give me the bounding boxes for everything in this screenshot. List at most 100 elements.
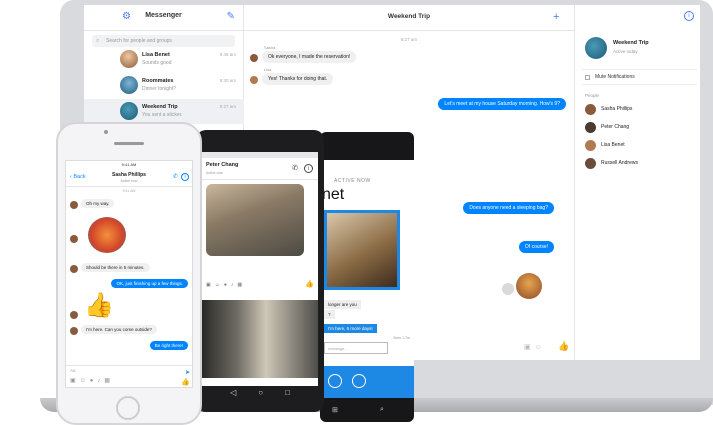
shared-photo[interactable] [206, 184, 304, 256]
like-icon[interactable]: 👍 [181, 378, 190, 386]
message-input[interactable]: Aa [70, 368, 76, 373]
phone-icon[interactable]: ✆ [292, 164, 298, 172]
windows-icon[interactable]: ⊞ [332, 406, 338, 414]
avatar [70, 265, 78, 273]
camera-dot [104, 130, 108, 134]
conversation-time: 8:27 am [219, 104, 236, 109]
message-bubble: Of course! [518, 241, 554, 253]
search-input[interactable]: ⌕ Search for people and groups [92, 35, 235, 47]
group-status: Active today [613, 49, 638, 54]
avatar [585, 122, 596, 133]
message-bubble: Let's meet at my house Saturday morning.… [438, 98, 566, 110]
message-bubble: I'm here, 5 more days! [324, 324, 377, 333]
person-item[interactable]: Lisa Benet [581, 137, 697, 155]
group-avatar [585, 37, 607, 59]
conversation-name: Roommates [142, 78, 174, 84]
info-icon[interactable]: i [304, 164, 313, 173]
avatar [250, 76, 258, 84]
composer-toolbar[interactable]: ▣☺●♪▦ [70, 377, 114, 384]
conversation-name: Lisa Benet [142, 52, 170, 58]
message-bubble: longer are you [324, 300, 361, 309]
seen-status: Seen 1:7m [393, 336, 410, 340]
nav-bar: ◁○□ [196, 388, 324, 408]
avatar [70, 201, 78, 209]
sticker-image [516, 273, 542, 299]
left-header: ⚙ Messenger ✎ [84, 5, 243, 31]
person-item[interactable]: Peter Chang [581, 119, 697, 137]
avatar [70, 235, 78, 243]
conversation-time: 9:30 am [219, 78, 236, 83]
chat-timestamp: 9:41 AM [122, 189, 136, 193]
mute-toggle[interactable]: Mute Notifications [581, 69, 697, 85]
conversation-item[interactable]: Roommates Dinner tonight? 9:30 am [84, 73, 244, 98]
message-bubble: Ok everyone, I made the reservation! [262, 51, 357, 63]
sticker-image [88, 217, 126, 253]
person-name: Peter Chang [601, 124, 630, 130]
shared-photo[interactable] [324, 210, 400, 290]
conversation-time: 9:45 am [219, 52, 236, 57]
message-bubble: Be right there! [149, 341, 188, 350]
mute-label: Mute Notifications [595, 74, 635, 80]
conversation-name: Weekend Trip [142, 104, 178, 110]
search-icon: ⌕ [96, 38, 100, 44]
group-name: Weekend Trip [613, 40, 649, 46]
conversation-item[interactable]: Weekend Trip You sent a sticker. 8:27 am [84, 99, 244, 124]
mute-checkbox[interactable] [585, 75, 590, 80]
avatar [70, 311, 78, 319]
sender-name: Sasha [264, 45, 276, 50]
search-icon[interactable]: ⌕ [380, 406, 384, 414]
message-bubble: Oh my way. [81, 199, 115, 208]
person-item[interactable]: Sasha Phillips [581, 101, 697, 119]
send-icon[interactable]: ➤ [185, 369, 190, 376]
message-bubble: I'm here. Can you come outside? [81, 325, 157, 334]
camera-roll-photo[interactable] [202, 300, 318, 378]
like-sticker-icon: 👍 [84, 292, 114, 319]
speaker [114, 142, 144, 145]
conversation-snippet: You sent a sticker. [142, 112, 183, 118]
back-icon[interactable]: ◁ [230, 388, 258, 397]
chat-header: Peter Chang Active now ✆ i [202, 158, 318, 180]
iphone: 9:41 AM ‹ Back Sasha Phillips Active now… [56, 122, 202, 425]
avatar [585, 104, 596, 115]
person-name: Lisa Benet [601, 142, 625, 148]
info-pane: + i Weekend Trip Active today Mute Notif… [553, 5, 700, 360]
info-icon[interactable]: i [181, 173, 189, 181]
app-bar [320, 366, 414, 398]
message-bubble: OK, just finishing up a few things. [111, 279, 188, 288]
message-bubble: Does anyone need a sleeping bag? [463, 202, 554, 214]
chat-title: Weekend Trip [387, 13, 431, 20]
contact-name: net [322, 186, 345, 203]
android-screen: Peter Chang Active now ✆ i ▣☺●♪▦ 👍 [202, 152, 318, 386]
avatar [585, 140, 596, 151]
home-icon[interactable]: ○ [258, 388, 285, 397]
message-bubble: Should be there in 5 minutes. [81, 263, 150, 272]
person-item[interactable]: Russell Andrews [581, 155, 697, 173]
chat-header: Weekend Trip [244, 5, 574, 31]
person-name: Russell Andrews [601, 160, 638, 166]
like-icon[interactable]: 👍 [305, 280, 314, 288]
iphone-screen: 9:41 AM ‹ Back Sasha Phillips Active now… [65, 160, 193, 388]
nav-bar: ⊞ ⌕ [320, 404, 414, 418]
conversation-item[interactable]: Lisa Benet Sounds good 9:45 am [84, 47, 244, 72]
android-phone: Peter Chang Active now ✆ i ▣☺●♪▦ 👍 ◁○□ [196, 130, 324, 412]
avatar [70, 327, 78, 335]
composer[interactable]: Aa ➤ ▣☺●♪▦ 👍 [66, 365, 192, 387]
message-input[interactable]: message... [324, 342, 388, 354]
contact-status: Active now [206, 171, 223, 175]
add-people-icon[interactable]: + [553, 11, 559, 23]
avatar [120, 102, 138, 120]
camera-icon[interactable] [328, 374, 342, 388]
info-icon[interactable]: i [684, 11, 694, 21]
compose-icon[interactable]: ✎ [227, 11, 235, 22]
send-icon[interactable] [352, 374, 366, 388]
contact-name: Peter Chang [206, 162, 239, 168]
avatar [585, 158, 596, 169]
home-button[interactable] [116, 396, 140, 420]
phone-icon[interactable]: ✆ [173, 173, 178, 180]
composer-icons[interactable]: ▣☺ [524, 343, 546, 351]
status-bar: 9:41 AM [121, 162, 137, 167]
like-icon[interactable]: 👍 [558, 341, 569, 352]
avatar [120, 50, 138, 68]
composer-toolbar[interactable]: ▣☺●♪▦ [202, 282, 318, 292]
recents-icon[interactable]: □ [285, 388, 312, 397]
